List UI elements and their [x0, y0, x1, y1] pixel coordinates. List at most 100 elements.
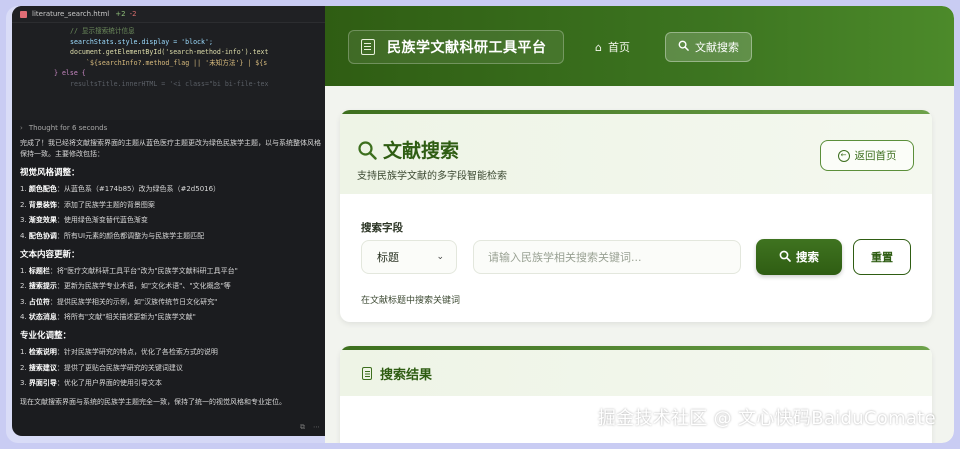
nav-home[interactable]: ⌂ 首页: [583, 32, 642, 62]
nav-literature-search[interactable]: 文献搜索: [665, 32, 752, 62]
code-line: // 显示搜索统计信息: [70, 27, 135, 35]
search-card-header: 文献搜索 支持民族学文献的多字段智能检索 ← 返回首页: [340, 114, 932, 194]
search-field-select[interactable]: 标题 ⌄: [361, 240, 457, 274]
message-intro: 完成了！我已经将文献搜索界面的主题从蓝色医疗主题更改为绿色民族学主题，以与系统整…: [20, 139, 321, 158]
item-text: ：使用绿色渐变替代蓝色渐变: [56, 216, 148, 224]
html-file-icon: [20, 10, 27, 18]
item-keyword: 状态消息: [28, 313, 57, 321]
code-line: } else {: [54, 69, 86, 77]
list-number: 3.: [20, 216, 29, 224]
item-keyword: 标题栏: [28, 266, 50, 275]
search-card: 文献搜索 支持民族学文献的多字段智能检索 ← 返回首页 搜索字段 标题 ⌄ 请输…: [340, 110, 932, 322]
web-page: 民族学文献科研工具平台 ⌂ 首页 文献搜索 文献搜索 支持民族学文献的多字段智能: [325, 6, 954, 443]
nav-search-label: 文献搜索: [695, 41, 739, 54]
brand-logo[interactable]: 民族学文献科研工具平台: [348, 30, 564, 64]
list-item: 4. 状态消息：将所有"文献"相关描述更新为"民族学文献": [20, 312, 322, 323]
book-icon: [361, 39, 375, 55]
diff-count: +2: [115, 10, 126, 18]
code-snippet: // 显示搜索统计信息 searchStats.style.display = '…: [12, 23, 330, 120]
code-line: `${searchInfo?.method_flag || '未知方法'} | …: [86, 58, 268, 67]
file-tab[interactable]: literature_search.html +2 -2: [12, 6, 330, 23]
search-icon: [779, 250, 791, 265]
item-keyword: 占位符: [28, 297, 50, 306]
item-keyword: 搜索提示: [28, 282, 57, 290]
item-text: ：从蓝色系（#174b85）改为绿色系（#2d5016）: [56, 185, 221, 193]
thought-toggle[interactable]: › Thought for 6 seconds: [12, 120, 330, 136]
list-number: 3.: [20, 297, 29, 306]
more-icon[interactable]: ⋯: [313, 423, 320, 432]
item-keyword: 颜色配色: [28, 185, 57, 193]
back-home-button[interactable]: ← 返回首页: [820, 140, 914, 171]
document-icon: [362, 366, 372, 380]
arrow-left-icon: ←: [837, 149, 850, 162]
copy-icon[interactable]: ⧉: [300, 423, 305, 432]
search-field-label: 搜索字段: [361, 222, 403, 234]
item-text: ：所有UI元素的颜色都调整为与民族学主题匹配: [56, 231, 205, 240]
search-icon: [678, 40, 689, 54]
change-list: 1. 标题栏：将"医疗文献科研工具平台"改为"民族学文献科研工具平台" 2. 搜索…: [20, 266, 322, 324]
search-button[interactable]: 搜索: [756, 239, 842, 275]
list-item: 1. 颜色配色：从蓝色系（#174b85）改为绿色系（#2d5016）: [20, 184, 322, 195]
list-number: 4.: [20, 231, 29, 240]
chevron-right-icon: ›: [20, 124, 23, 132]
search-icon: [358, 140, 377, 160]
item-keyword: 背景装饰: [28, 200, 57, 209]
change-list: 1. 颜色配色：从蓝色系（#174b85）改为绿色系（#2d5016） 2. 背景…: [20, 184, 322, 242]
editor-panel: literature_search.html +2 -2 // 显示搜索统计信息…: [12, 6, 330, 436]
screenshot-frame: literature_search.html +2 -2 // 显示搜索统计信息…: [6, 6, 954, 443]
item-text: ：针对民族学研究的特点，优化了各检索方式的说明: [56, 348, 218, 356]
list-item: 4. 配色协调：所有UI元素的颜色都调整为与民族学主题匹配: [20, 231, 322, 242]
section-heading: 视觉风格调整：: [20, 168, 80, 178]
top-navbar: 民族学文献科研工具平台 ⌂ 首页 文献搜索: [325, 6, 954, 86]
list-number: 2.: [20, 200, 29, 209]
item-text: ：添加了民族学主题的背景图案: [56, 200, 155, 209]
change-list: 1. 检索说明：针对民族学研究的特点，优化了各检索方式的说明 2. 搜索建议：提供…: [20, 347, 322, 389]
item-text: ：优化了用户界面的使用引导文本: [56, 379, 162, 387]
item-text: ：更新为民族学专业术语，如"文化术语"、"文化概念"等: [56, 282, 231, 290]
list-number: 2.: [20, 282, 29, 290]
select-value: 标题: [377, 251, 399, 264]
item-text: ：将"医疗文献科研工具平台"改为"民族学文献科研工具平台": [49, 266, 238, 275]
chevron-down-icon: ⌄: [436, 252, 444, 262]
list-item: 2. 搜索建议：提供了更贴合民族学研究的关键词建议: [20, 363, 322, 374]
code-line: searchStats.style.display = 'block';: [70, 37, 213, 46]
nav-home-label: 首页: [607, 41, 630, 54]
list-number: 1.: [20, 348, 29, 356]
search-placeholder: 请输入民族学相关搜索关键词...: [488, 251, 642, 264]
results-header: 搜索结果: [340, 350, 932, 396]
page-title-text: 文献搜索: [383, 140, 460, 162]
item-keyword: 界面引导: [28, 379, 57, 387]
list-item: 1. 检索说明：针对民族学研究的特点，优化了各检索方式的说明: [20, 347, 322, 358]
list-item: 3. 渐变效果：使用绿色渐变替代蓝色渐变: [20, 215, 322, 226]
list-item: 3. 占位符：提供民族学相关的示例，如"汉族传统节日文化研究": [20, 297, 322, 308]
item-text: ：提供了更贴合民族学研究的关键词建议: [56, 363, 183, 372]
list-item: 3. 界面引导：优化了用户界面的使用引导文本: [20, 378, 322, 389]
reset-button[interactable]: 重置: [853, 239, 911, 275]
list-item: 1. 标题栏：将"医疗文献科研工具平台"改为"民族学文献科研工具平台": [20, 266, 322, 277]
list-number: 4.: [20, 313, 29, 321]
brand-title: 民族学文献科研工具平台: [387, 40, 547, 56]
item-keyword: 渐变效果: [28, 216, 57, 224]
section-heading: 专业化调整：: [20, 331, 72, 341]
item-text: ：提供民族学相关的示例，如"汉族传统节日文化研究": [49, 297, 218, 306]
message-outro: 现在文献搜索界面与系统的民族学主题完全一致，保持了统一的视觉风格和专业定位。: [20, 398, 286, 406]
list-number: 1.: [20, 185, 29, 193]
item-keyword: 配色协调: [28, 231, 57, 240]
list-number: 2.: [20, 363, 29, 372]
list-item: 2. 搜索提示：更新为民族学专业术语，如"文化术语"、"文化概念"等: [20, 281, 322, 292]
search-input[interactable]: 请输入民族学相关搜索关键词...: [473, 240, 741, 274]
search-hint: 在文献标题中搜索关键词: [361, 296, 461, 306]
back-home-label: 返回首页: [854, 150, 897, 162]
search-button-label: 搜索: [796, 250, 819, 264]
item-keyword: 搜索建议: [28, 363, 57, 372]
results-title: 搜索结果: [380, 367, 433, 383]
item-keyword: 检索说明: [28, 348, 57, 356]
page-subtitle: 支持民族学文献的多字段智能检索: [357, 171, 507, 182]
message-actions: ⧉ ⋯: [300, 423, 320, 432]
code-line: document.getElementById('search-method-i…: [70, 48, 269, 56]
thought-label: Thought for 6 seconds: [28, 124, 108, 132]
list-item: 2. 背景装饰：添加了民族学主题的背景图案: [20, 200, 322, 211]
assistant-message: 完成了！我已经将文献搜索界面的主题从蓝色医疗主题更改为绿色民族学主题，以与系统整…: [12, 136, 330, 408]
section-heading: 文本内容更新：: [20, 249, 80, 260]
watermark: 掘金技术社区 @ 文心快码BaiduComate: [597, 408, 936, 429]
